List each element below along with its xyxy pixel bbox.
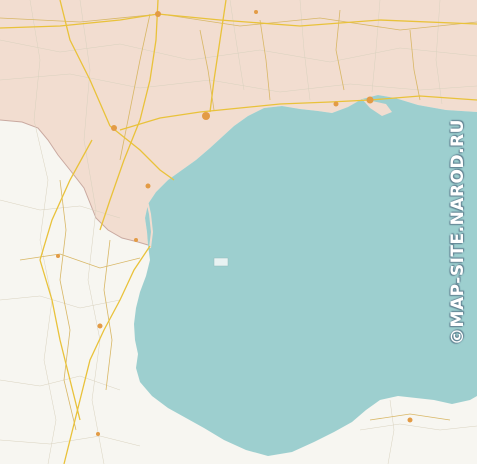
map-canvas[interactable]	[0, 0, 477, 464]
city-marker	[254, 10, 258, 14]
city-marker	[202, 112, 210, 120]
city-marker	[145, 183, 151, 189]
city-marker	[366, 96, 374, 104]
map-viewport[interactable]: ©MAP-SITE.NAROD.RU	[0, 0, 477, 464]
map-watermark: ©MAP-SITE.NAROD.RU	[448, 119, 468, 345]
city-marker	[111, 125, 117, 131]
city-marker	[155, 11, 161, 17]
city-marker	[407, 417, 413, 423]
city-marker	[56, 254, 60, 258]
city-marker	[97, 323, 103, 329]
city-marker	[134, 238, 138, 242]
city-marker	[333, 101, 339, 107]
city-marker	[96, 432, 100, 436]
offshore-marker	[213, 257, 229, 267]
